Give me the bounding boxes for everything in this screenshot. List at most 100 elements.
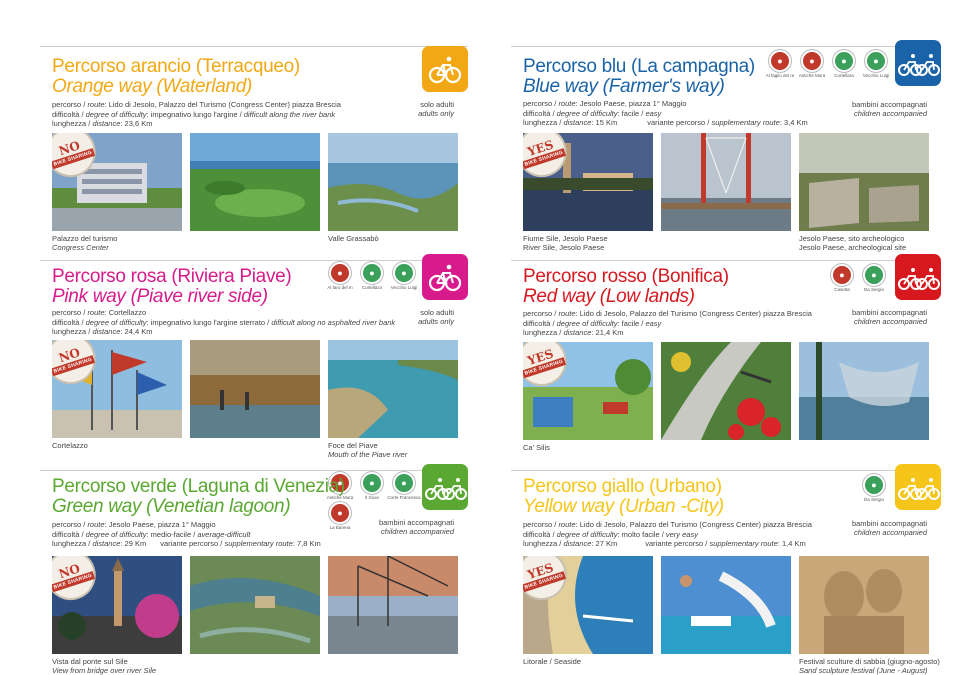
photo-caption: Fiume Sile, Jesolo Paese River Sile, Jeso…: [523, 234, 608, 252]
route-info: percorso / route: Jesolo Paese, piazza 1…: [52, 520, 321, 549]
difficulty-line: difficoltà / degree of difficulty: medio…: [52, 529, 251, 539]
photo-row: NO BIKE SHARING: [52, 133, 458, 231]
route-title-en: Orange way (Waterland): [52, 76, 253, 97]
audience-note: bambini accompagnati children accompanied: [851, 100, 927, 118]
distance-line: lunghezza / distance: 21,4 Km: [523, 328, 624, 337]
route-title-en: Yellow way (Urban -City): [523, 496, 724, 517]
route-title-it: Percorso giallo (Urbano): [523, 476, 722, 497]
restaurant-stamps: ● Al faro del m ● Cortellazo ● Vecchio Luig…: [327, 262, 417, 290]
photo-seaside: YES BIKE SHARING: [523, 556, 653, 654]
photo-flower-garden: [661, 342, 791, 440]
stamp-restaurant: ● Vecchio Luigi: [391, 262, 417, 290]
bicycle-icon: [422, 46, 468, 92]
route-orange: Percorso arancio (Terracqueo) Orange way…: [40, 46, 468, 258]
route-red: ● Casetta ● Da Sergio Percorso rosso (Boni…: [511, 254, 941, 468]
photo-cortellazzo-flags: NO BIKE SHARING: [52, 340, 182, 438]
route-yellow: ● Da Sergio Percorso giallo (Urbano) Yell…: [511, 464, 941, 675]
photo-piave-reeds: [190, 340, 320, 438]
photo-row: NO BIKE SHARING: [52, 340, 458, 438]
difficulty-line: difficoltà / degree of difficulty: impeg…: [52, 317, 396, 327]
route-info: percorso / route: Lido di Jesolo, Palazz…: [52, 100, 341, 129]
restaurant-stamps: ● Al faglio del re ● Antiche Mura ● Cortell…: [766, 50, 889, 78]
route-start-line: percorso / route: Lido di Jesolo, Palazz…: [523, 520, 812, 529]
photo-river-net: [799, 342, 929, 440]
photo-caption: Jesolo Paese, sito archeologico Jesolo Pa…: [799, 234, 907, 252]
photo-row: NO BIKE SHARING: [52, 556, 458, 654]
stamp-restaurant: ● Il Gioio: [359, 472, 385, 500]
photo-caption: Festival sculture di sabbia (giugno-agos…: [799, 657, 940, 675]
bicycle-icon: [422, 254, 468, 300]
audience-note: bambini accompagnati children accompanied: [378, 518, 454, 536]
stamp-restaurant: ● Corte Francesca: [387, 472, 421, 500]
distance-line: lunghezza / distance: 24,4 Km: [52, 327, 153, 336]
stamp-restaurant: ● Al faglio del re: [766, 50, 794, 78]
distance-line: lunghezza / distance: 15 Km variante perc…: [523, 118, 808, 127]
stamp-restaurant: ● Vecchio Luigi: [863, 50, 889, 78]
audience-note: solo adulti adults only: [418, 100, 454, 118]
restaurant-stamps: ● Da Sergio: [861, 474, 887, 502]
difficulty-line: difficoltà / degree of difficulty: facil…: [523, 108, 662, 118]
route-title-it: Percorso verde (Laguna di Venezia): [52, 476, 345, 497]
photo-row: YES BIKE SHARING: [523, 342, 929, 440]
difficulty-line: difficoltà / degree of difficulty: molto…: [523, 529, 698, 539]
photo-river-sile: YES BIKE SHARING: [523, 133, 653, 231]
stamp-restaurant: ● Da Sergio: [861, 264, 887, 292]
route-info: percorso / route: Jesolo Paese, piazza 1…: [523, 99, 808, 128]
distance-line: lunghezza / distance: 27 Km variante perc…: [523, 539, 806, 548]
photo-row: YES BIKE SHARING: [523, 133, 929, 231]
route-start-line: percorso / route: Cortellazzo: [52, 308, 147, 317]
stamp-restaurant: ● Cortellara: [831, 50, 857, 78]
photo-caption: Vista dal ponte sul Sile View from bridge…: [52, 657, 157, 675]
route-title-it: Percorso arancio (Terracqueo): [52, 56, 300, 77]
photo-bridge: [661, 133, 791, 231]
photo-row: YES BIKE SHARING: [523, 556, 929, 654]
route-info: percorso / route: Lido di Jesolo, Palazz…: [523, 309, 812, 338]
stamp-restaurant: ● Al faro del m: [327, 262, 353, 290]
photo-caption: Cortelazzo: [52, 441, 88, 450]
photo-golf-coast: [190, 133, 320, 231]
route-start-line: percorso / route: Jesolo Paese, piazza 1…: [52, 520, 216, 529]
bicycle-icon: [895, 254, 941, 300]
photo-caption: Palazzo del turismo Congress Center: [52, 234, 118, 252]
photo-lagoon-aerial: [190, 556, 320, 654]
photo-caption: Ca' Silis: [523, 443, 550, 452]
route-info: percorso / route: Lido di Jesolo, Palazz…: [523, 520, 812, 549]
photo-caption: Foce del Piave Mouth of the Piave river: [328, 441, 408, 459]
stamp-restaurant: ● Antiche Mura: [799, 50, 825, 78]
route-pink: ● Al faro del m ● Cortellazo ● Vecchio Luig…: [40, 254, 468, 468]
route-title-en: Green way (Venetian lagoon): [52, 496, 291, 517]
bicycle-icon: [895, 40, 941, 86]
route-info: percorso / route: Cortellazzo difficoltà…: [52, 308, 395, 337]
difficulty-line: difficoltà / degree of difficulty: impeg…: [52, 109, 336, 119]
difficulty-line: difficoltà / degree of difficulty: facil…: [523, 318, 662, 328]
photo-sile-bridge-view: NO BIKE SHARING: [52, 556, 182, 654]
route-blue: ● Al faglio del re ● Antiche Mura ● Cortell…: [511, 40, 941, 258]
route-title-it: Percorso rosa (Riviera Piave): [52, 266, 292, 287]
stamp-restaurant: ● Casetta: [829, 264, 855, 292]
stamp-restaurant: ● Da Sergio: [861, 474, 887, 502]
stamp-restaurant: ● La Barena: [327, 502, 353, 530]
photo-ca-silis: YES BIKE SHARING: [523, 342, 653, 440]
photo-valle-grassabo: [328, 133, 458, 231]
route-title-en: Pink way (Piave river side): [52, 286, 268, 307]
route-start-line: percorso / route: Lido di Jesolo, Palazz…: [52, 100, 341, 109]
photo-water-slide: [661, 556, 791, 654]
photo-sand-sculpture: [799, 556, 929, 654]
route-start-line: percorso / route: Jesolo Paese, piazza 1…: [523, 99, 687, 108]
photo-caption: Valle Grassabò: [328, 234, 379, 243]
route-green: ● Antiche Mura ● Il Gioio ● Corte Francesca…: [40, 464, 468, 675]
photo-congress-center: NO BIKE SHARING: [52, 133, 182, 231]
distance-line: lunghezza / distance: 29 Km variante perc…: [52, 539, 321, 548]
route-title-en: Blue way (Farmer's way): [523, 76, 725, 97]
photo-fishing-nets: [328, 556, 458, 654]
restaurant-stamps: ● Casetta ● Da Sergio: [829, 264, 887, 292]
photo-piave-mouth: [328, 340, 458, 438]
distance-line: lunghezza / distance: 23,6 Km: [52, 119, 153, 128]
audience-note: solo adulti adults only: [418, 308, 454, 326]
stamp-restaurant: ● Cortellazo: [359, 262, 385, 290]
photo-caption: Litorale / Seaside: [523, 657, 581, 666]
route-title-it: Percorso blu (La campagna): [523, 56, 755, 77]
audience-note: bambini accompagnati children accompanied: [851, 308, 927, 326]
route-title-it: Percorso rosso (Bonifica): [523, 266, 729, 287]
bicycle-icon: [895, 464, 941, 510]
